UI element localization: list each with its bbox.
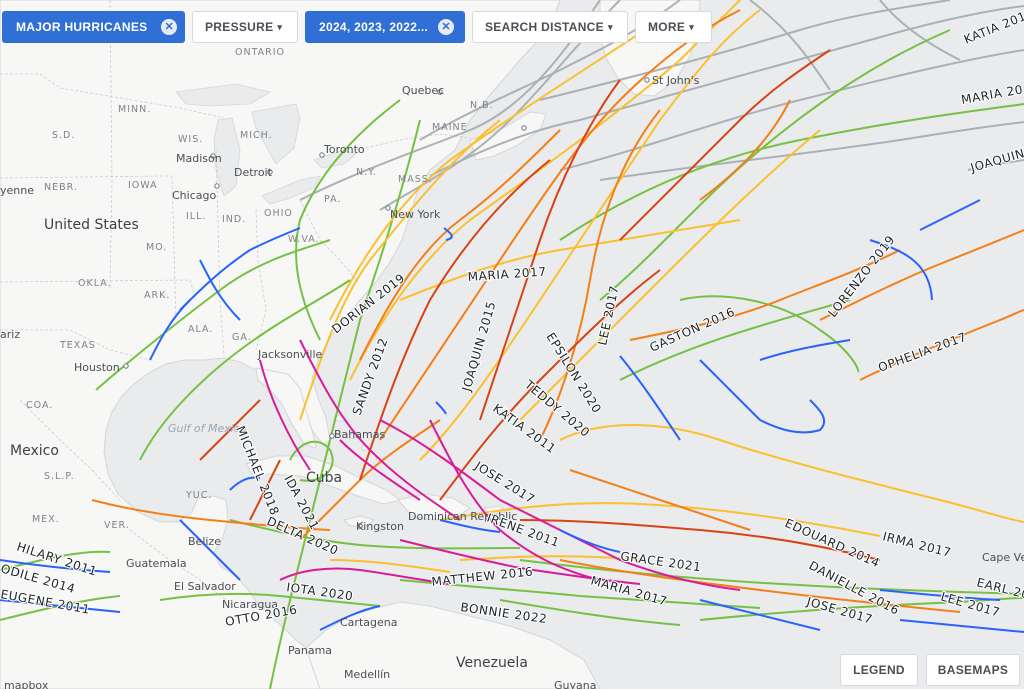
label-quebec: Quebec (402, 84, 444, 97)
label-ark: ARK. (144, 290, 170, 301)
label-minn: MINN. (118, 104, 151, 115)
basemaps-button[interactable]: BASEMAPS (926, 654, 1020, 686)
label-detroit: Detroit (234, 166, 273, 179)
label-nebr: NEBR. (44, 182, 78, 193)
filter-pressure[interactable]: PRESSURE ▾ (192, 11, 298, 43)
filter-years[interactable]: 2024, 2023, 2022... ✕ (305, 11, 465, 43)
label-iowa: IOWA (128, 180, 158, 191)
label-nb: N.B. (470, 100, 494, 111)
label-united-states: United States (44, 217, 139, 233)
label-cartagena: Cartagena (340, 616, 397, 629)
label-wva: W.VA. (288, 234, 320, 245)
label-cheyenne: yenne (0, 184, 34, 197)
close-icon[interactable]: ✕ (438, 19, 455, 35)
label-jacksonville: Jacksonville (257, 348, 323, 361)
label-cuba: Cuba (306, 470, 342, 486)
hurricane-track-map[interactable]: ONTARIO Quebec St John's N.B. MAINE MINN… (0, 0, 1024, 689)
filter-pressure-label: PRESSURE (205, 20, 274, 34)
label-mass: MASS. (398, 174, 433, 185)
filter-major-hurricanes-label: MAJOR HURRICANES (16, 20, 148, 34)
label-el-salvador: El Salvador (174, 580, 236, 593)
legend-button[interactable]: LEGEND (840, 654, 918, 686)
filter-more-label: MORE (648, 20, 686, 34)
label-okla: OKLA. (78, 278, 112, 289)
label-cape-verde: Cape Verde (982, 551, 1024, 564)
label-mexico: Mexico (10, 443, 59, 459)
chevron-down-icon: ▾ (607, 21, 613, 32)
chevron-down-icon: ▾ (689, 21, 695, 32)
label-venezuela: Venezuela (456, 655, 528, 671)
label-st-johns: St John's (652, 74, 700, 87)
filter-search-distance[interactable]: SEARCH DISTANCE ▾ (472, 11, 628, 43)
label-madison: Madison (176, 152, 222, 165)
label-mo: MO. (146, 242, 167, 253)
label-yuc: YUC. (185, 490, 212, 501)
label-pa: PA. (324, 194, 341, 205)
mapbox-attribution: mapbox (4, 679, 49, 689)
label-ala: ALA. (188, 324, 213, 335)
label-mex: MEX. (32, 514, 60, 525)
filter-search-distance-label: SEARCH DISTANCE (485, 20, 604, 34)
filter-years-label: 2024, 2023, 2022... (319, 20, 429, 34)
label-new-york: New York (390, 208, 441, 221)
label-coa: COA. (26, 400, 53, 411)
label-texas: TEXAS (59, 340, 96, 351)
label-sd: S.D. (52, 130, 75, 141)
label-belize: Belize (188, 535, 221, 548)
label-ariz: ariz (0, 328, 20, 341)
close-icon[interactable]: ✕ (161, 19, 177, 35)
label-guyana: Guyana (554, 679, 596, 689)
label-bahamas: Bahamas (334, 428, 385, 441)
label-slp: S.L.P. (44, 471, 75, 482)
label-ind: IND. (222, 214, 246, 225)
label-kingston: Kingston (356, 520, 404, 533)
label-ny-state: N.Y. (356, 167, 377, 178)
label-ontario: ONTARIO (235, 47, 285, 58)
label-houston: Houston (74, 361, 120, 374)
label-maine: MAINE (432, 122, 468, 133)
label-ga: GA. (232, 332, 252, 343)
label-ohio: OHIO (264, 208, 293, 219)
label-panama: Panama (288, 644, 332, 657)
label-chicago: Chicago (172, 189, 216, 202)
chevron-down-icon: ▾ (277, 21, 283, 32)
label-toronto: Toronto (323, 143, 365, 156)
label-medellin: Medellín (344, 668, 390, 681)
label-wis: WIS. (178, 134, 203, 145)
filter-more[interactable]: MORE ▾ (635, 11, 712, 43)
label-mich: MICH. (240, 130, 273, 141)
label-ill: ILL. (186, 211, 206, 222)
label-guatemala: Guatemala (126, 557, 187, 570)
label-ver: VER. (104, 520, 130, 531)
filter-major-hurricanes[interactable]: MAJOR HURRICANES ✕ (2, 11, 185, 43)
